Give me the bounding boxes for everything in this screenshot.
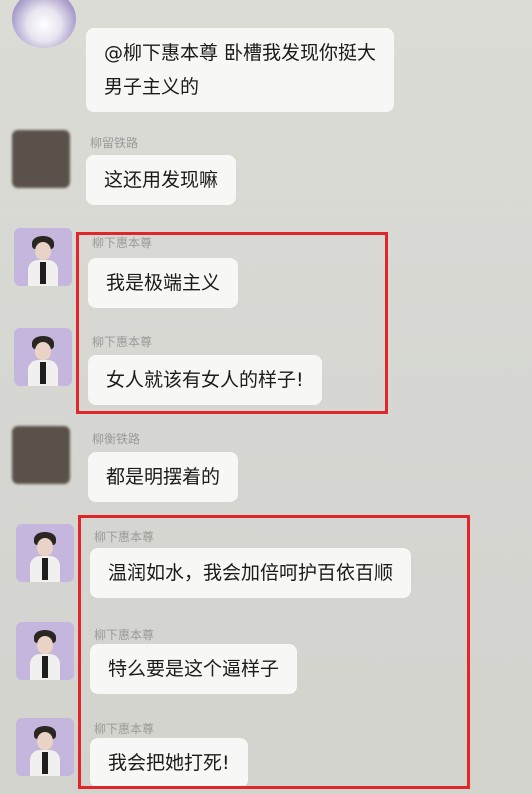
sender-avatar[interactable]	[14, 328, 72, 386]
message-text-line: 这还用发现嘛	[104, 169, 219, 191]
avatar-face	[35, 342, 51, 360]
avatar-tie	[42, 558, 48, 580]
message-text-line: 男子主义的	[104, 76, 200, 98]
sender-avatar[interactable]	[12, 130, 70, 188]
sender-avatar[interactable]	[16, 718, 74, 776]
avatar-tie	[40, 362, 46, 384]
message-bubble[interactable]: 都是明摆着的	[88, 452, 239, 502]
sender-avatar[interactable]	[14, 228, 72, 286]
message-bubble[interactable]: @柳下惠本尊 卧槽我发现你挺大 男子主义的	[86, 28, 395, 112]
message-bubble[interactable]: 这还用发现嘛	[86, 155, 237, 205]
message-text-line: 都是明摆着的	[106, 466, 221, 488]
avatar-face	[35, 242, 51, 260]
sender-avatar[interactable]	[12, 426, 70, 484]
sender-name: 柳留铁路	[90, 136, 139, 150]
highlight-box	[76, 232, 388, 414]
sender-name: 柳衡铁路	[92, 432, 141, 446]
sender-avatar[interactable]	[12, 0, 76, 48]
message-text-line: @柳下惠本尊 卧槽我发现你挺大	[104, 42, 377, 64]
avatar-face	[37, 636, 53, 654]
chat-screen: @柳下惠本尊 卧槽我发现你挺大 男子主义的 柳留铁路 这还用发现嘛 柳下惠本尊 …	[0, 0, 532, 794]
avatar-face	[37, 732, 53, 750]
avatar-tie	[42, 752, 48, 774]
avatar-tie	[40, 262, 46, 284]
avatar-face	[37, 538, 53, 556]
avatar-tie	[42, 656, 48, 678]
sender-avatar[interactable]	[16, 524, 74, 582]
sender-avatar[interactable]	[16, 622, 74, 680]
highlight-box	[78, 515, 470, 789]
